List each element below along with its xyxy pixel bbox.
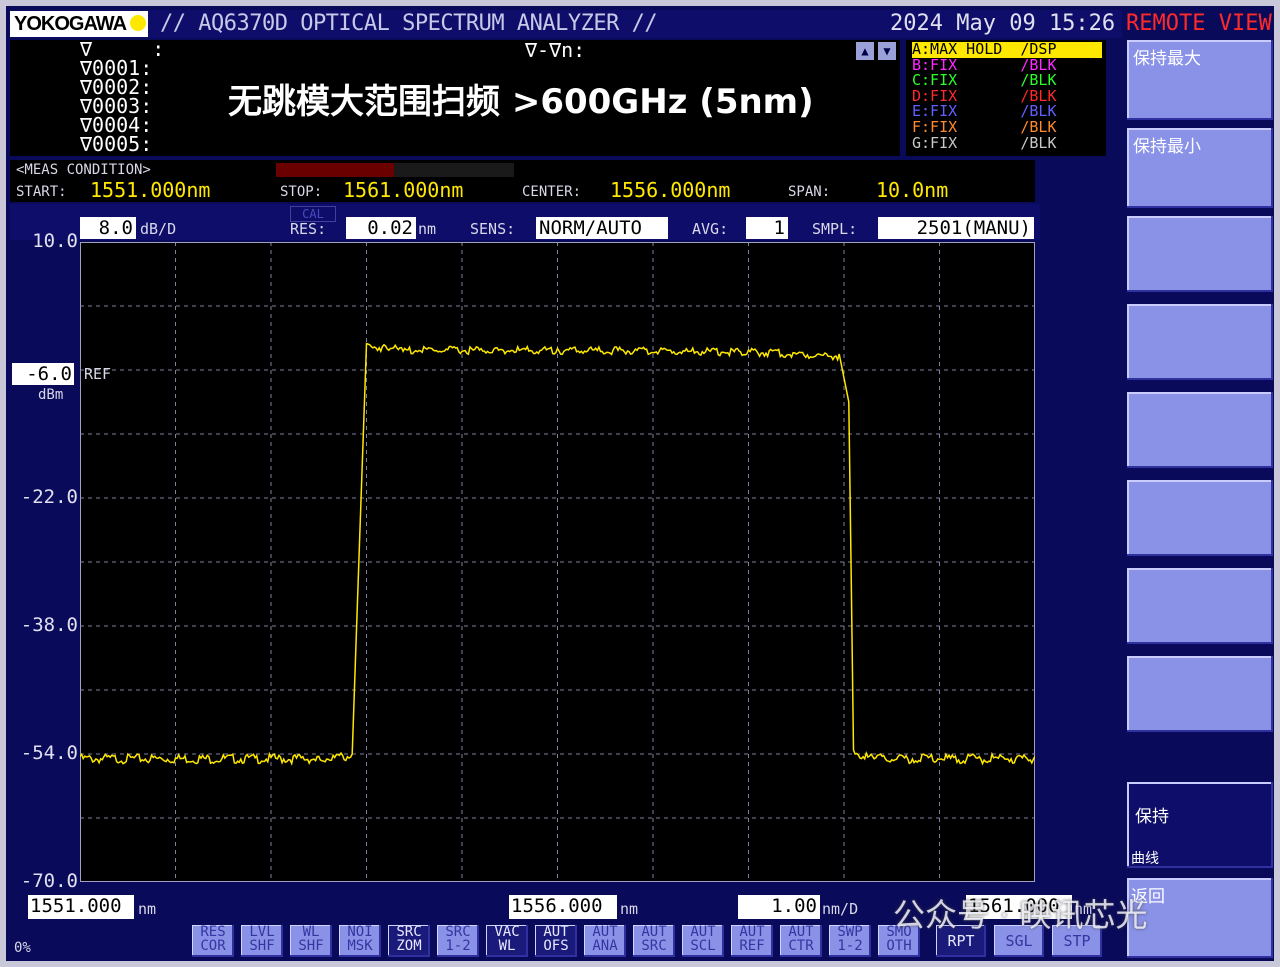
sens-value[interactable]: NORM/AUTO — [536, 217, 668, 239]
sens-label: SENS: — [470, 220, 516, 238]
db-per-div-unit: dB/D — [140, 220, 177, 238]
watermark: 公众号 · 映讯芯光 — [893, 896, 1148, 934]
softkey-6[interactable] — [1127, 480, 1273, 556]
scroll-down-icon[interactable]: ▼ — [878, 42, 896, 60]
function-key[interactable]: AUT ANA — [584, 925, 626, 957]
scroll-up-icon[interactable]: ▲ — [856, 42, 874, 60]
y-tick-label: -70.0 — [20, 870, 78, 892]
y-tick-label: -22.0 — [20, 486, 78, 508]
status-tag-dark — [394, 163, 514, 177]
res-unit: nm — [418, 220, 437, 238]
smpl-label: SMPL: — [812, 220, 858, 238]
function-key[interactable]: WL SHF — [290, 925, 332, 957]
y-tick-label: -38.0 — [20, 614, 78, 636]
x-center-value[interactable]: 1556.000 — [509, 895, 617, 919]
avg-label: AVG: — [692, 220, 729, 238]
start-value[interactable]: 1551.000nm — [90, 178, 210, 202]
y-tick-label: 10.0 — [32, 230, 78, 252]
x-start-value[interactable]: 1551.000 — [28, 895, 134, 919]
ref-unit: dBm — [38, 387, 64, 403]
softkey-max-hold[interactable]: 保持最大 — [1127, 40, 1273, 120]
res-label: RES: — [290, 220, 327, 238]
progress-indicator: 0% — [14, 940, 31, 956]
x-div-unit: nm/D — [822, 900, 859, 918]
span-label: SPAN: — [788, 184, 831, 200]
softkey-5[interactable] — [1127, 392, 1273, 468]
brand-logo: YOKOGAWA — [10, 11, 148, 37]
remote-view-label: REMOTE VIEW — [1126, 11, 1272, 36]
stop-label: STOP: — [280, 184, 323, 200]
ref-level-value[interactable]: -6.0 — [12, 363, 74, 385]
stop-value[interactable]: 1561.000nm — [343, 178, 463, 202]
function-key[interactable]: AUT SRC — [633, 925, 675, 957]
function-key[interactable]: VAC WL — [486, 925, 528, 957]
function-key[interactable]: SRC ZOM — [388, 925, 430, 957]
softkey-min-hold[interactable]: 保持最小 — [1127, 128, 1273, 208]
function-key[interactable]: AUT SCL — [682, 925, 724, 957]
softkey-return[interactable]: 返回 — [1127, 878, 1273, 958]
span-value[interactable]: 10.0nm — [876, 178, 948, 202]
window-title: // AQ6370D OPTICAL SPECTRUM ANALYZER // — [160, 11, 658, 36]
x-center-unit: nm — [620, 900, 639, 918]
marker-delta: ∇-∇n: — [525, 38, 586, 62]
function-key[interactable]: NOI MSK — [339, 925, 381, 957]
function-key[interactable]: SRC 1-2 — [437, 925, 479, 957]
start-label: START: — [16, 184, 67, 200]
db-per-div-value[interactable]: 8.0 — [80, 217, 136, 239]
function-key[interactable]: SWP 1-2 — [829, 925, 871, 957]
function-key[interactable]: AUT REF — [731, 925, 773, 957]
trace-panel: A:MAX HOLD /DSP B:FIX /BLK C:FIX /BLK D:FIX… — [906, 40, 1106, 156]
smpl-value[interactable]: 2501(MANU) — [878, 217, 1034, 239]
function-key[interactable]: RES COR — [192, 925, 234, 957]
center-label: CENTER: — [522, 184, 582, 200]
trace-item[interactable]: G:FIX /BLK — [912, 135, 1102, 152]
overlay-caption: 无跳模大范围扫频 >600GHz (5nm) — [228, 82, 814, 122]
function-key[interactable]: AUT OFS — [535, 925, 577, 957]
x-start-unit: nm — [138, 900, 157, 918]
function-key[interactable]: AUT CTR — [780, 925, 822, 957]
softkey-4[interactable] — [1127, 304, 1273, 380]
x-div-value[interactable]: 1.00 — [738, 895, 820, 919]
meas-condition-panel: <MEAS CONDITION> START: 1551.000nm STOP:… — [10, 160, 1035, 202]
spectrum-plot[interactable] — [79, 242, 1036, 882]
softkey-hold-curve[interactable]: 保持 曲线 — [1127, 782, 1273, 868]
avg-value[interactable]: 1 — [746, 217, 788, 239]
status-tag-red — [276, 163, 394, 177]
res-value[interactable]: 0.02 — [346, 217, 416, 239]
parameter-row: 8.0 dB/D CAL RES: 0.02 nm SENS: NORM/AUT… — [10, 204, 1040, 240]
marker-list: ∇ : ∇0001: ∇0002: ∇0003: ∇0004: ∇0005: — [80, 37, 165, 156]
y-tick-label: -54.0 — [20, 742, 78, 764]
softkey-7[interactable] — [1127, 568, 1273, 644]
function-key[interactable]: LVL SHF — [241, 925, 283, 957]
ref-label: REF — [84, 365, 112, 383]
status-led-icon — [130, 15, 146, 31]
softkey-3[interactable] — [1127, 216, 1273, 292]
spectrum-chart — [79, 242, 1036, 882]
meas-title: <MEAS CONDITION> — [16, 162, 151, 178]
datetime: 2024 May 09 15:26 — [890, 11, 1116, 36]
softkey-8[interactable] — [1127, 656, 1273, 732]
center-value[interactable]: 1556.000nm — [610, 178, 730, 202]
